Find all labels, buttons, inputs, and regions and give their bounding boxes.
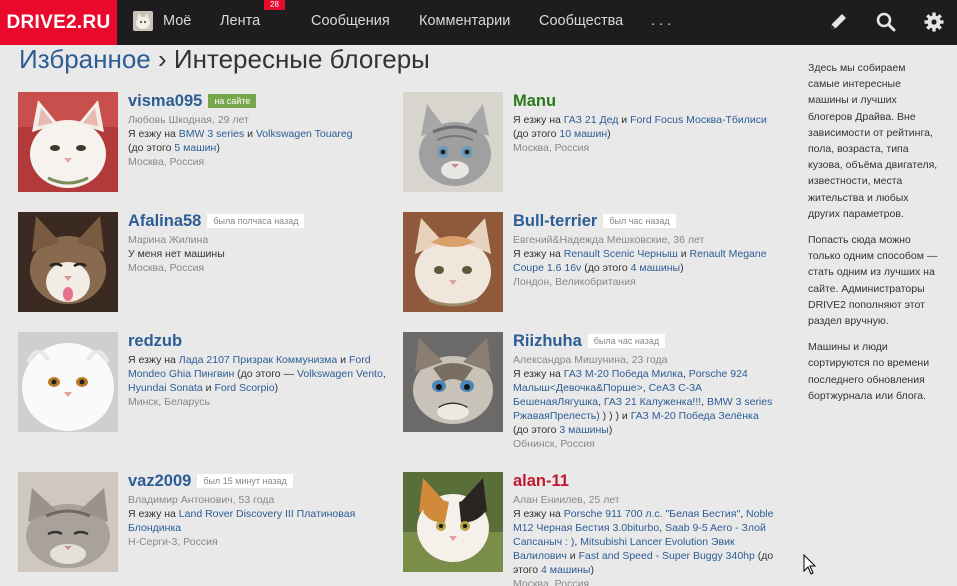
blogger-cars: Я езжу на Лада 2107 Призрак Коммунизма и…	[128, 354, 386, 395]
blogger-no-car: У меня нет машины	[128, 248, 225, 261]
blogger-photo[interactable]	[403, 332, 503, 432]
car-link[interactable]: Volkswagen Touareg	[256, 128, 353, 140]
blogger-photo[interactable]	[403, 92, 503, 192]
blogger-location: Москва, Россия	[128, 262, 205, 275]
blogger-cars: Я езжу на Land Rover Discovery III Плати…	[128, 508, 356, 535]
blogger-location: Минск, Беларусь	[128, 396, 211, 409]
blogger-photo[interactable]	[18, 332, 118, 432]
nav-comments[interactable]: Комментарии	[419, 0, 510, 45]
previous-cars-link[interactable]: 3 машины	[559, 424, 608, 436]
blogger-username[interactable]: Afalina58	[128, 212, 201, 230]
blogger-cars: Я езжу на Renault Scenic Черныш и Renaul…	[513, 248, 767, 275]
blogger-location: Москва, Россия	[128, 156, 205, 169]
feed-count-badge: 28	[264, 0, 285, 10]
blogger-cars: Я езжу на ГАЗ М-20 Победа Милка, Porsche…	[513, 368, 773, 437]
blogger-username[interactable]: Bull-terrier	[513, 212, 597, 230]
blogger-realname: Александра Мишунина, 23 года	[513, 354, 668, 367]
status-badge: на сайте	[208, 94, 257, 108]
blogger-realname: Алан Ениилев, 25 лет	[513, 494, 620, 507]
search-icon[interactable]	[875, 11, 897, 33]
blogger-username[interactable]: redzub	[128, 332, 182, 350]
sidebar-paragraph: Попасть сюда можно только одним способом…	[808, 234, 938, 328]
blogger-location: Москва, Россия	[513, 578, 590, 586]
previous-cars-link[interactable]: 10 машин	[559, 128, 607, 140]
blogger-realname: Любовь Шкодная, 29 лет	[128, 114, 249, 127]
sidebar-paragraph: Машины и люди сортируются по времени пос…	[808, 341, 930, 402]
page-title: Избранное › Интересные блогеры	[19, 43, 430, 75]
blogger-realname: Марина Жилина	[128, 234, 209, 247]
mouse-cursor-icon	[803, 554, 817, 575]
car-link[interactable]: Porsche 911 700 л.с. "Белая Бестия"	[564, 508, 740, 520]
nav-my[interactable]: Моё	[163, 0, 191, 45]
car-link[interactable]: Fast and Speed - Super Buggy 340hp	[579, 550, 755, 562]
breadcrumb-favorites[interactable]: Избранное	[19, 44, 151, 74]
blogger-realname: Евгений&Надежда Мешковские, 36 лет	[513, 234, 705, 247]
car-link[interactable]: Ford Focus Москва-Тбилиси	[630, 114, 767, 126]
blogger-location: Обнинск, Россия	[513, 438, 595, 451]
car-link[interactable]: Volkswagen Vento	[297, 368, 383, 380]
blogger-location: Лондон, Великобритания	[513, 276, 636, 289]
previous-cars-link[interactable]: 5 машин	[174, 142, 216, 154]
pencil-icon[interactable]	[827, 11, 849, 33]
nav-messages[interactable]: Сообщения	[311, 0, 390, 45]
blogger-realname: Владимир Антонович, 53 года	[128, 494, 275, 507]
status-badge: была час назад	[587, 334, 666, 348]
nav-more[interactable]: . . .	[651, 0, 671, 45]
status-badge: был 15 минут назад	[197, 474, 293, 488]
car-link[interactable]: ГАЗ 21 Калуженка!!!	[604, 396, 701, 408]
nav-feed[interactable]: Лента	[220, 0, 260, 45]
car-link[interactable]: Hyundai Sonata	[128, 382, 203, 394]
blogger-cars: Я езжу на Porsche 911 700 л.с. "Белая Бе…	[513, 508, 774, 577]
previous-cars-link[interactable]: 4 машины	[541, 564, 590, 576]
blogger-username[interactable]: vaz2009	[128, 472, 191, 490]
site-logo[interactable]: DRIVE2.RU	[0, 0, 117, 45]
car-link[interactable]: ГАЗ 21 Дед	[564, 114, 619, 126]
blogger-username[interactable]: Manu	[513, 92, 556, 110]
blogger-cars: Я езжу на ГАЗ 21 Дед и Ford Focus Москва…	[513, 114, 767, 141]
previous-cars-link[interactable]: 4 машины	[631, 262, 680, 274]
blogger-username[interactable]: Riizhuha	[513, 332, 582, 350]
car-link[interactable]: BMW 3 series	[179, 128, 244, 140]
car-link[interactable]: Ford Scorpio	[214, 382, 274, 394]
sidebar-paragraph: Здесь мы собираем самые интересные машин…	[808, 62, 938, 220]
gear-icon[interactable]	[923, 11, 945, 33]
blogger-photo[interactable]	[18, 472, 118, 572]
user-avatar[interactable]	[133, 11, 153, 31]
blogger-location: Н-Серги-3, Россия	[128, 536, 218, 549]
blogger-location: Москва, Россия	[513, 142, 590, 155]
status-badge: была полчаса назад	[207, 214, 305, 228]
car-link[interactable]: Renault Scenic Черныш	[564, 248, 678, 260]
blogger-photo[interactable]	[403, 472, 503, 572]
top-navigation: DRIVE2.RU Моё Лента 28 Сообщения Коммент…	[0, 0, 957, 45]
nav-communities[interactable]: Сообщества	[539, 0, 623, 45]
blogger-cars: Я езжу на BMW 3 series и Volkswagen Toua…	[128, 128, 353, 155]
blogger-username[interactable]: alan-11	[513, 472, 569, 490]
blogger-photo[interactable]	[18, 212, 118, 312]
status-badge: был час назад	[603, 214, 676, 228]
breadcrumb-current: Интересные блогеры	[173, 44, 430, 74]
blogger-photo[interactable]	[18, 92, 118, 192]
car-link[interactable]: ГАЗ М-20 Победа Милка	[564, 368, 683, 380]
blogger-username[interactable]: visma095	[128, 92, 202, 110]
car-link[interactable]: ГАЗ М-20 Победа Зелёнка	[631, 410, 759, 422]
car-link[interactable]: Лада 2107 Призрак Коммунизма	[179, 354, 337, 366]
sidebar-description: Здесь мы собираем самые интересные машин…	[808, 60, 938, 414]
blogger-photo[interactable]	[403, 212, 503, 312]
breadcrumb-separator: ›	[158, 44, 167, 74]
